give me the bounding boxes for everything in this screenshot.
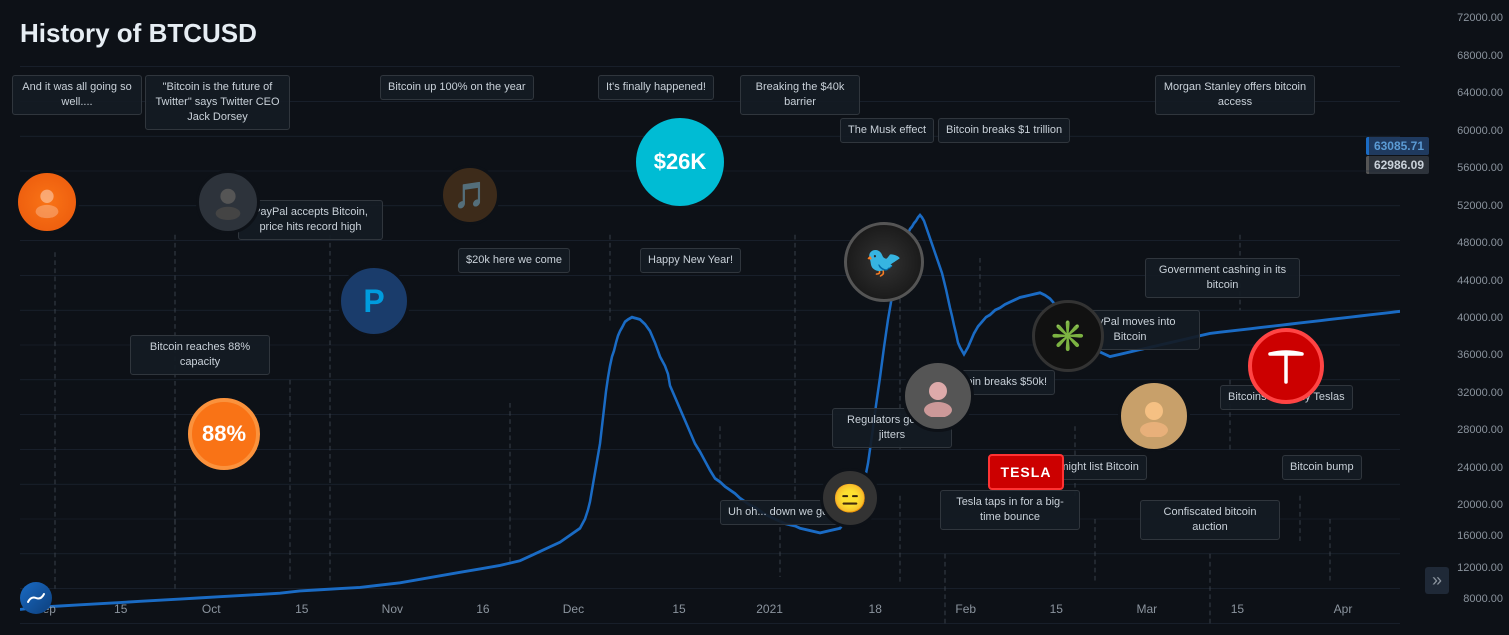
- x-label-15-1: 15: [114, 602, 127, 616]
- circle-icon-paypal: P: [338, 265, 410, 337]
- x-label-15-2: 15: [295, 602, 308, 616]
- annotation-40k: Breaking the $40k barrier: [740, 75, 860, 115]
- annotation-trillion: Bitcoin breaks $1 trillion: [938, 118, 1070, 143]
- scroll-right-arrow[interactable]: »: [1425, 567, 1449, 594]
- circle-icon-sep: [15, 170, 79, 234]
- y-label-24000: 24000.00: [1457, 462, 1503, 474]
- y-label-8000: 8000.00: [1463, 593, 1503, 605]
- annotation-finally: It's finally happened!: [598, 75, 714, 100]
- circle-icon-yellen: [902, 360, 974, 432]
- y-label-12000: 12000.00: [1457, 562, 1503, 574]
- x-label-16: 16: [476, 602, 489, 616]
- y-label-40000: 40000.00: [1457, 312, 1503, 324]
- x-label-18: 18: [869, 602, 882, 616]
- x-label-feb: Feb: [955, 602, 976, 616]
- y-label-72000: 72000.00: [1457, 12, 1503, 24]
- chart-container: History of BTCUSD 72000.00 68000.00 6400…: [0, 0, 1509, 624]
- x-label-15-5: 15: [1231, 602, 1244, 616]
- circle-icon-tesla-logo: [1248, 328, 1324, 404]
- annotation-88pct: Bitcoin reaches 88% capacity: [130, 335, 270, 375]
- annotation-gov-cash: Government cashing in its bitcoin: [1145, 258, 1300, 298]
- y-label-52000: 52000.00: [1457, 200, 1503, 212]
- annotation-dorsey: "Bitcoin is the future of Twitter" says …: [145, 75, 290, 130]
- y-label-60000: 60000.00: [1457, 125, 1503, 137]
- circle-icon-musk: 🐦: [844, 222, 924, 302]
- circle-icon-gov: [1118, 380, 1190, 452]
- annotation-new-year: Happy New Year!: [640, 248, 741, 273]
- y-label-32000: 32000.00: [1457, 387, 1503, 399]
- circle-icon-sad: 😑: [820, 468, 880, 528]
- y-label-16000: 16000.00: [1457, 530, 1503, 542]
- annotation-going-well: And it was all going so well....: [12, 75, 142, 115]
- y-label-28000: 28000.00: [1457, 424, 1503, 436]
- y-label-20000: 20000.00: [1457, 499, 1503, 511]
- y-label-44000: 44000.00: [1457, 275, 1503, 287]
- y-label-48000: 48000.00: [1457, 237, 1503, 249]
- annotation-100pct: Bitcoin up 100% on the year: [380, 75, 534, 100]
- annotation-confiscated: Confiscated bitcoin auction: [1140, 500, 1280, 540]
- circle-icon-jukebox: 🎵: [440, 165, 500, 225]
- x-label-mar: Mar: [1136, 602, 1157, 616]
- circle-icon-88pct: 88%: [188, 398, 260, 470]
- circle-icon-dorsey: [196, 170, 260, 234]
- circle-icon-tesla-bounce: TESLA: [988, 454, 1064, 490]
- annotation-musk: The Musk effect: [840, 118, 934, 143]
- bottom-logo: [20, 582, 52, 614]
- circle-icon-paypal2: ✳️: [1032, 300, 1104, 372]
- y-label-56000: 56000.00: [1457, 162, 1503, 174]
- x-label-15-3: 15: [672, 602, 685, 616]
- x-label-2021: 2021: [756, 602, 783, 616]
- annotation-20k: $20k here we come: [458, 248, 570, 273]
- annotation-morgan: Morgan Stanley offers bitcoin access: [1155, 75, 1315, 115]
- x-label-nov: Nov: [382, 602, 403, 616]
- x-label-apr: Apr: [1334, 602, 1353, 616]
- annotation-tesla-bounce: Tesla taps in for a big-time bounce: [940, 490, 1080, 530]
- y-label-68000: 68000.00: [1457, 50, 1503, 62]
- x-label-15-4: 15: [1050, 602, 1063, 616]
- x-label-oct: Oct: [202, 602, 221, 616]
- annotation-bump: Bitcoin bump: [1282, 455, 1362, 480]
- x-label-dec: Dec: [563, 602, 584, 616]
- chart-title: History of BTCUSD: [20, 18, 257, 49]
- y-label-36000: 36000.00: [1457, 349, 1503, 361]
- y-label-64000: 64000.00: [1457, 87, 1503, 99]
- circle-icon-26k: $26K: [636, 118, 724, 206]
